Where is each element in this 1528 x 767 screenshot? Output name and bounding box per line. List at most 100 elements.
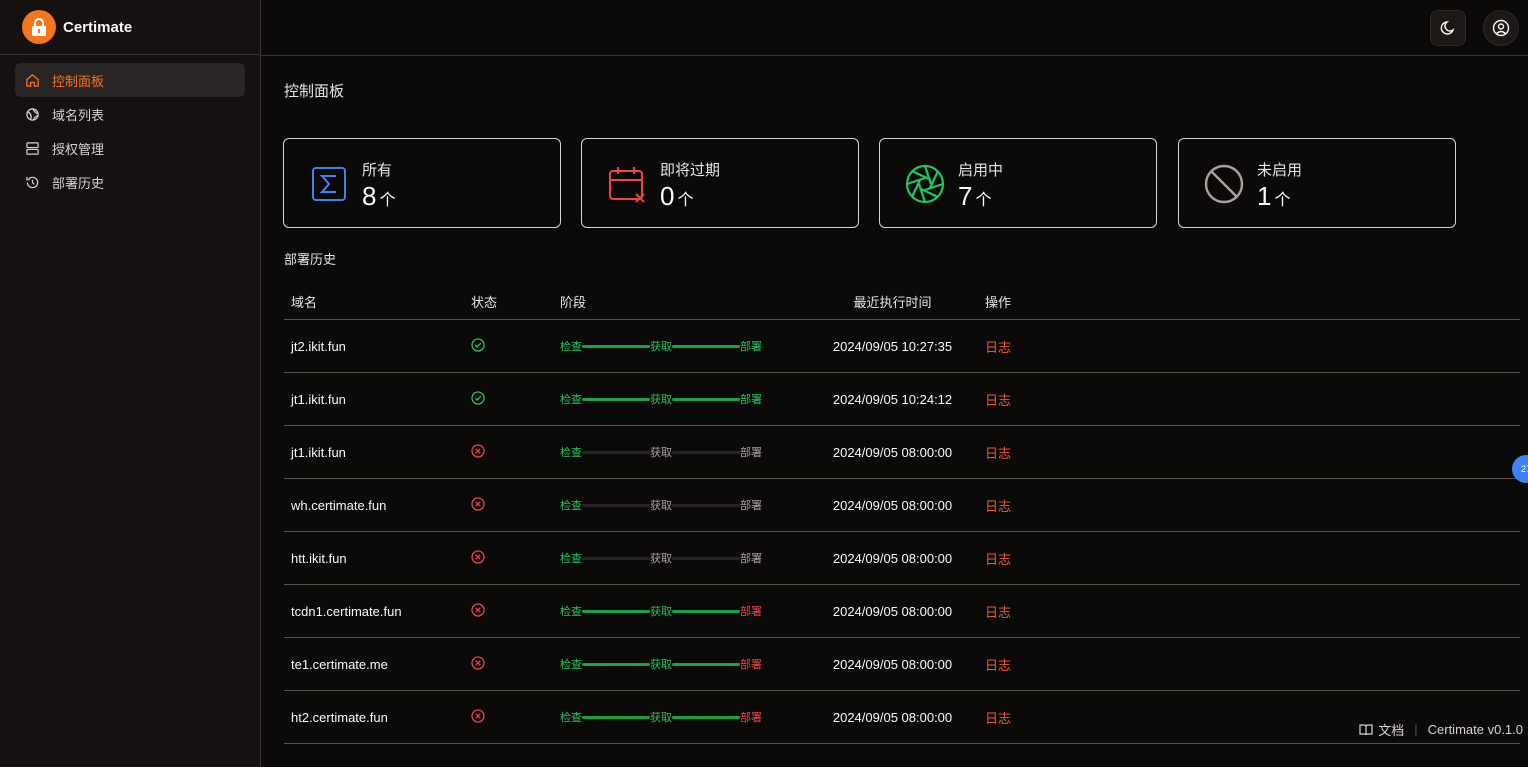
stat-card-disabled[interactable]: 未启用 1个 [1178, 138, 1456, 228]
domain-cell: wh.certimate.fun [284, 478, 471, 532]
action-cell: 日志 [985, 425, 1520, 479]
action-cell: 日志 [985, 584, 1520, 638]
stage-cell: 检查 获取 部署 [560, 637, 800, 691]
check-circle-icon [471, 390, 485, 405]
stage-deploy-label: 部署 [740, 659, 762, 671]
stage-obtain-label: 获取 [650, 606, 672, 618]
page-title: 控制面板 [284, 83, 345, 100]
home-icon [26, 73, 39, 87]
x-circle-icon [471, 443, 485, 458]
sidebar-item-domains[interactable]: 域名列表 [15, 97, 245, 131]
stage-check-label: 检查 [560, 500, 582, 512]
sidebar-item-label: 授权管理 [52, 141, 105, 157]
sidebar-item-history[interactable]: 部署历史 [15, 165, 245, 199]
stage-deploy-label: 部署 [740, 712, 762, 724]
stat-unit: 个 [677, 192, 694, 209]
stage-progress: 检查 获取 部署 [560, 338, 800, 354]
lock-icon [22, 10, 56, 44]
stage-deploy-label: 部署 [740, 394, 762, 406]
log-link[interactable]: 日志 [985, 605, 1011, 620]
time-cell: 2024/09/05 08:00:00 [800, 637, 985, 691]
stage-obtain-label: 获取 [650, 712, 672, 724]
main-content: 控制面板 所有 8个 即将过期 0个 启用中 7个 未启用 1个 部署历史 域名… [261, 56, 1528, 767]
x-circle-icon [471, 496, 485, 511]
action-cell: 日志 [985, 319, 1520, 373]
sidebar-item-dashboard[interactable]: 控制面板 [15, 63, 245, 97]
stat-value: 7个 [958, 181, 991, 212]
log-link[interactable]: 日志 [985, 393, 1011, 408]
time-cell: 2024/09/05 08:00:00 [800, 531, 985, 585]
stage-check-label: 检查 [560, 659, 582, 671]
status-cell [471, 319, 560, 373]
stage-obtain-label: 获取 [650, 394, 672, 406]
action-cell: 日志 [985, 637, 1520, 691]
sidebar-nav: 控制面板 域名列表 授权管理 部署历史 [0, 55, 260, 207]
stage-connector [672, 662, 740, 666]
stage-cell: 检查 获取 部署 [560, 425, 800, 479]
stage-progress: 检查 获取 部署 [560, 497, 800, 513]
stage-check-label: 检查 [560, 712, 582, 724]
status-cell [471, 425, 560, 479]
stage-connector [672, 344, 740, 348]
stat-number: 7 [958, 181, 973, 211]
stage-check-label: 检查 [560, 394, 582, 406]
stage-obtain-label: 获取 [650, 341, 672, 353]
sidebar: Certimate 控制面板 域名列表 授权管理 部署历史 [0, 0, 261, 767]
domain-cell: jt1.ikit.fun [284, 372, 471, 426]
sigma-icon [312, 167, 346, 201]
theme-toggle-button[interactable] [1430, 10, 1466, 46]
stage-cell: 检查 获取 部署 [560, 372, 800, 426]
aperture-icon [905, 164, 945, 204]
stat-label: 即将过期 [660, 162, 721, 179]
history-table: 域名 状态 阶段 最近执行时间 操作 jt2.ikit.fun 检查 获取 部署 202… [284, 283, 1520, 744]
stat-number: 8 [362, 181, 377, 211]
stage-obtain-label: 获取 [650, 659, 672, 671]
history-section-title: 部署历史 [284, 252, 337, 267]
stage-deploy-label: 部署 [740, 341, 762, 353]
domain-cell: ht2.certimate.fun [284, 690, 471, 744]
log-link[interactable]: 日志 [985, 711, 1011, 726]
brand[interactable]: Certimate [0, 0, 260, 55]
table-row: jt2.ikit.fun 检查 获取 部署 2024/09/05 10:27:35 日志 [284, 319, 1520, 373]
stage-connector [582, 609, 650, 613]
status-cell [471, 478, 560, 532]
log-link[interactable]: 日志 [985, 499, 1011, 514]
x-circle-icon [471, 708, 485, 723]
footer-separator: | [1414, 722, 1418, 737]
stage-check-label: 检查 [560, 606, 582, 618]
top-bar [261, 0, 1528, 56]
column-header-domain: 域名 [284, 283, 471, 320]
stage-progress: 检查 获取 部署 [560, 603, 800, 619]
app-name: Certimate [63, 18, 133, 36]
stage-connector [582, 556, 650, 560]
stage-connector [672, 450, 740, 454]
x-circle-icon [471, 602, 485, 617]
sidebar-item-label: 控制面板 [52, 73, 105, 89]
status-cell [471, 584, 560, 638]
log-link[interactable]: 日志 [985, 658, 1011, 673]
time-cell: 2024/09/05 10:27:35 [800, 319, 985, 373]
stat-unit: 个 [379, 192, 396, 209]
stage-connector [582, 344, 650, 348]
log-link[interactable]: 日志 [985, 446, 1011, 461]
log-link[interactable]: 日志 [985, 552, 1011, 567]
stage-connector [672, 609, 740, 613]
stat-card-all[interactable]: 所有 8个 [283, 138, 561, 228]
stat-card-enabled[interactable]: 启用中 7个 [879, 138, 1157, 228]
table-row: jt1.ikit.fun 检查 获取 部署 2024/09/05 08:00:00 日志 [284, 425, 1520, 479]
time-cell: 2024/09/05 08:00:00 [800, 690, 985, 744]
docs-link[interactable]: 文档 [1378, 720, 1404, 739]
stage-deploy-label: 部署 [740, 553, 762, 565]
status-cell [471, 531, 560, 585]
stage-check-label: 检查 [560, 341, 582, 353]
server-icon [26, 141, 39, 155]
action-cell: 日志 [985, 478, 1520, 532]
stat-unit: 个 [975, 192, 992, 209]
stat-card-expiring[interactable]: 即将过期 0个 [581, 138, 859, 228]
stage-cell: 检查 获取 部署 [560, 531, 800, 585]
sidebar-item-access[interactable]: 授权管理 [15, 131, 245, 165]
log-link[interactable]: 日志 [985, 340, 1011, 355]
user-menu-button[interactable] [1483, 10, 1519, 46]
column-header-stage: 阶段 [560, 283, 800, 320]
stage-connector [582, 450, 650, 454]
